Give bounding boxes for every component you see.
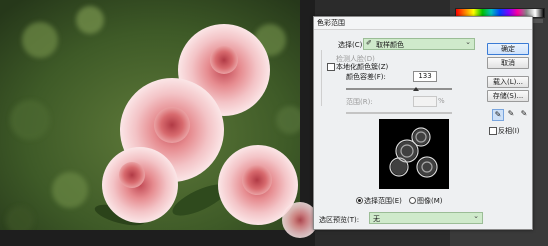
chevron-down-icon: ⌄ <box>473 212 479 220</box>
preview-mask-image <box>389 127 438 178</box>
preview-label: 选区预览(T): <box>319 216 360 224</box>
fuzziness-label: 颜色容差(F): <box>346 73 386 81</box>
localized-clusters-checkbox[interactable] <box>327 63 335 71</box>
dialog-titlebar[interactable]: 色彩范围 × <box>314 17 532 30</box>
radio-image[interactable] <box>409 197 416 204</box>
selection-preview-dropdown[interactable]: 无 ⌄ <box>369 212 483 224</box>
cancel-button[interactable]: 取消 <box>487 57 529 69</box>
localized-clusters-label: 本地化颜色簇(Z) <box>336 63 389 71</box>
load-button[interactable]: 载入(L)... <box>487 76 529 88</box>
invert-checkbox[interactable] <box>489 127 497 135</box>
radio-selection[interactable] <box>356 197 363 204</box>
selection-preview <box>379 119 449 189</box>
eyedropper-plus-icon[interactable]: ✎ <box>506 109 516 119</box>
ok-button[interactable]: 确定 <box>487 43 529 55</box>
select-dropdown[interactable]: ✐ 取样颜色 ⌄ <box>363 38 475 50</box>
radio-image-label: 图像(M) <box>417 197 443 205</box>
invert-label: 反相(I) <box>498 127 520 135</box>
color-range-dialog: 色彩范围 × 选择(C): ✐ 取样颜色 ⌄ 检测人脸(D) 本地化颜色簇(Z)… <box>313 16 533 230</box>
save-button[interactable]: 存储(S)... <box>487 90 529 102</box>
eyedropper-icon: ✐ <box>366 39 372 47</box>
chevron-down-icon: ⌄ <box>465 38 471 46</box>
fuzziness-slider-thumb[interactable] <box>412 87 419 91</box>
range-label: 范围(R): <box>346 98 373 106</box>
range-slider-track <box>346 112 452 114</box>
radio-selection-label: 选择范围(E) <box>364 197 402 205</box>
select-value: 取样颜色 <box>376 41 404 49</box>
group-divider <box>321 50 322 106</box>
range-input <box>413 96 437 107</box>
select-label: 选择(C): <box>338 41 365 49</box>
fuzziness-input[interactable]: 133 <box>413 71 437 82</box>
eyedropper-minus-icon[interactable]: ✎ <box>519 109 529 119</box>
close-icon[interactable]: × <box>317 18 529 26</box>
range-unit: % <box>438 97 445 105</box>
preview-value: 无 <box>373 215 380 223</box>
fuzziness-slider-track[interactable] <box>346 88 452 90</box>
eyedropper-tool-icon[interactable]: ✎ <box>492 109 504 121</box>
